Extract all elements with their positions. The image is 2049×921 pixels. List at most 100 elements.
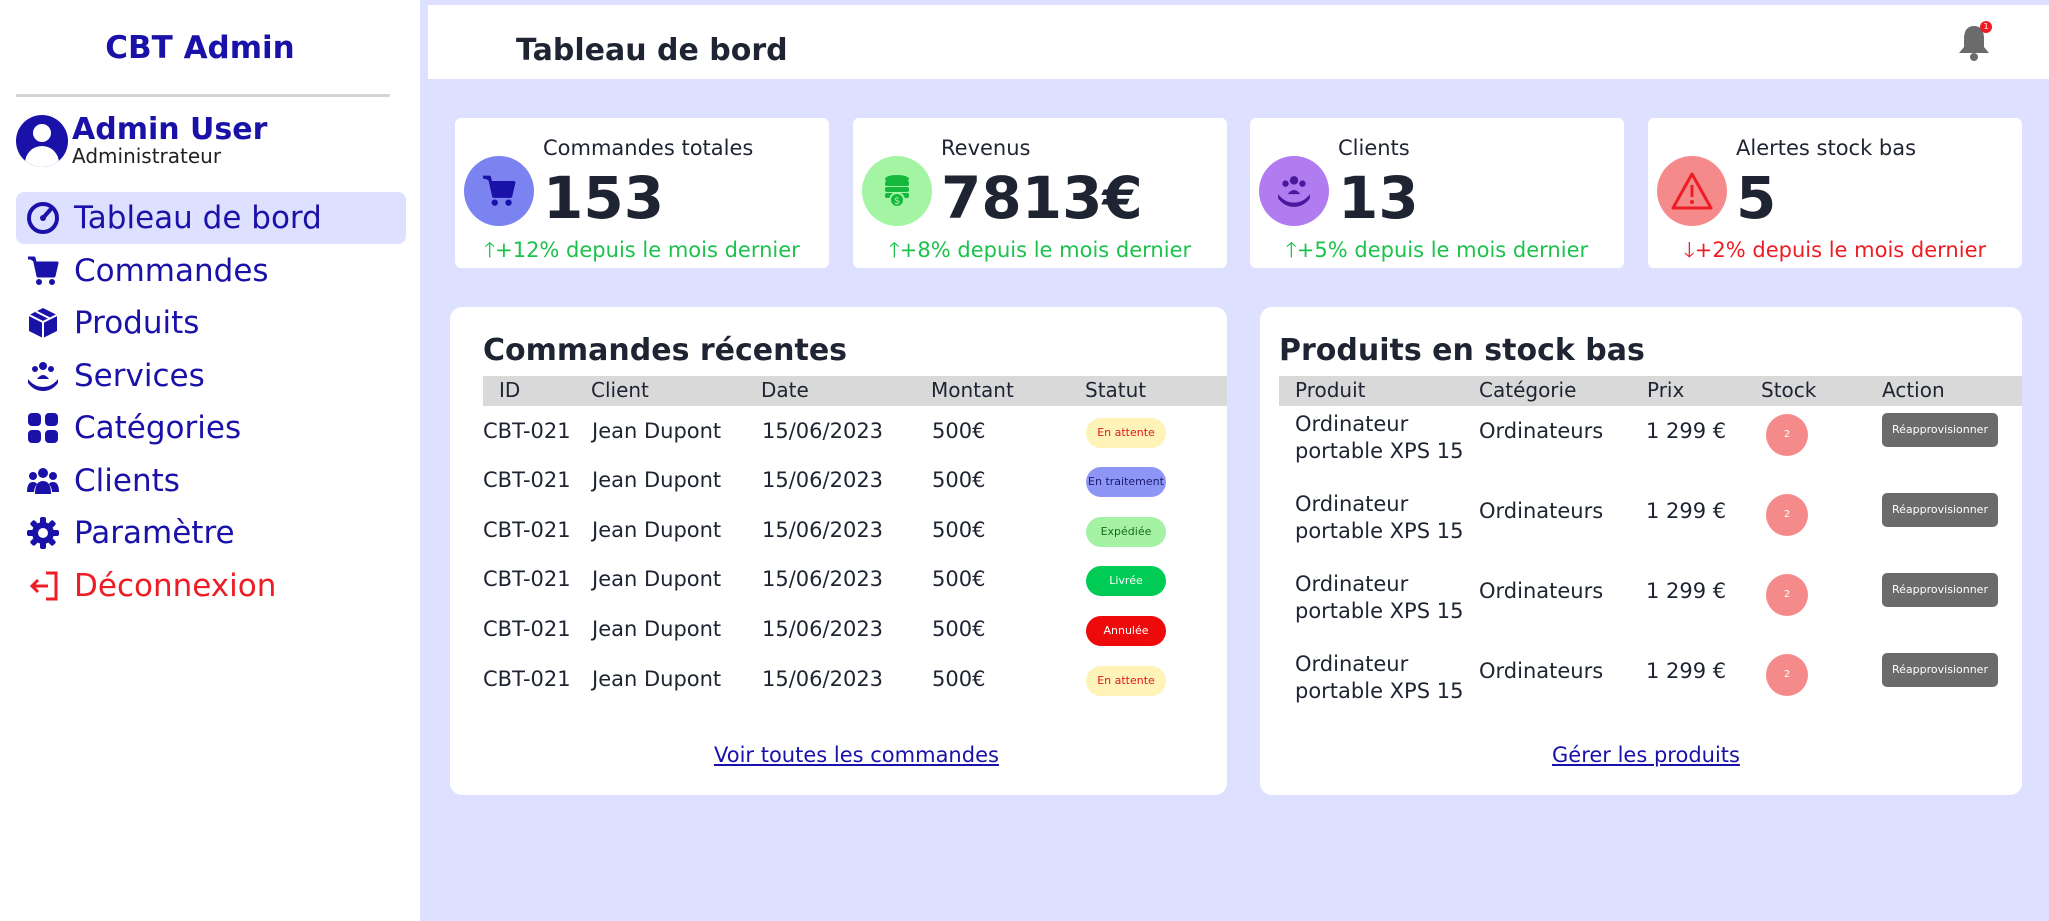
arrow-up-icon: 🡑 [888, 238, 900, 262]
restock-button[interactable]: Réapprovisionner [1882, 493, 1998, 527]
sidebar-item-label: Produits [74, 305, 200, 341]
column-header: Produit [1295, 378, 1366, 402]
product-category: Ordinateurs [1479, 419, 1604, 443]
sidebar-item-services[interactable]: Services [16, 350, 406, 402]
sidebar-item-orders[interactable]: Commandes [16, 245, 406, 297]
stat-card-revenue: $ Revenus 7813€ 🡑+8% depuis le mois dern… [853, 118, 1227, 268]
sidebar: CBT Admin Admin User Administrateur Tabl… [0, 0, 420, 921]
product-name: Ordinateur portable XPS 15 [1295, 492, 1464, 543]
recent-orders-panel: Commandes récentes ID Client Date Montan… [450, 307, 1227, 795]
gear-icon [24, 514, 62, 552]
product-category: Ordinateurs [1479, 499, 1604, 523]
stat-value: 7813€ [941, 164, 1143, 232]
product-price: 1 299 € [1646, 659, 1727, 683]
column-header: Catégorie [1479, 378, 1577, 402]
dashboard-icon [24, 199, 62, 237]
sidebar-item-settings[interactable]: Paramètre [16, 507, 406, 559]
stat-value: 13 [1338, 164, 1419, 232]
product-category: Ordinateurs [1479, 579, 1604, 603]
divider [16, 94, 390, 97]
order-client: Jean Dupont [592, 667, 722, 691]
order-id: CBT-021 [483, 518, 571, 542]
status-badge: En attente [1086, 418, 1166, 448]
arrow-down-icon: 🡓 [1683, 238, 1695, 262]
order-amount: 500€ [932, 617, 986, 641]
stat-trend: 🡑+5% depuis le mois dernier [1285, 238, 1589, 262]
sidebar-item-categories[interactable]: Catégories [16, 402, 406, 454]
stat-card-clients: Clients 13 🡑+5% depuis le mois dernier [1250, 118, 1624, 268]
box-icon [24, 304, 62, 342]
order-date: 15/06/2023 [762, 567, 884, 591]
order-client: Jean Dupont [592, 617, 722, 641]
users-icon [24, 462, 62, 500]
sidebar-item-label: Tableau de bord [74, 200, 322, 236]
stock-badge: 2 [1766, 654, 1808, 696]
order-date: 15/06/2023 [762, 518, 884, 542]
sidebar-item-products[interactable]: Produits [16, 297, 406, 349]
cart-icon [24, 252, 62, 290]
order-amount: 500€ [932, 518, 986, 542]
stat-label: Alertes stock bas [1736, 136, 1917, 160]
sidebar-item-clients[interactable]: Clients [16, 455, 406, 507]
manage-products-link[interactable]: Gérer les produits [1552, 743, 1740, 767]
stat-trend: 🡑+8% depuis le mois dernier [888, 238, 1192, 262]
status-badge: Livrée [1086, 566, 1166, 596]
sidebar-item-dashboard[interactable]: Tableau de bord [16, 192, 406, 244]
order-date: 15/06/2023 [762, 617, 884, 641]
restock-button[interactable]: Réapprovisionner [1882, 653, 1998, 687]
product-name: Ordinateur portable XPS 15 [1295, 412, 1464, 463]
svg-text:$: $ [894, 196, 900, 207]
stat-card-orders: Commandes totales 153 🡑+12% depuis le mo… [455, 118, 829, 268]
stock-badge: 2 [1766, 494, 1808, 536]
panel-title: Commandes récentes [483, 333, 848, 368]
column-header: Stock [1761, 378, 1817, 402]
sidebar-item-label: Déconnexion [74, 567, 277, 604]
notification-button[interactable]: 1 [1956, 21, 1992, 63]
column-header: Action [1882, 378, 1945, 402]
order-amount: 500€ [932, 419, 986, 443]
logout-icon [24, 567, 62, 605]
table-header: Produit Catégorie Prix Stock Action [1279, 376, 2022, 406]
order-id: CBT-021 [483, 567, 571, 591]
order-id: CBT-021 [483, 617, 571, 641]
order-amount: 500€ [932, 667, 986, 691]
brand-title: CBT Admin [105, 30, 295, 66]
order-client: Jean Dupont [592, 567, 722, 591]
sidebar-item-logout[interactable]: Déconnexion [16, 560, 406, 612]
hands-people-icon [1259, 156, 1329, 226]
order-id: CBT-021 [483, 419, 571, 443]
product-price: 1 299 € [1646, 499, 1727, 523]
sidebar-nav: Tableau de bord Commandes Produits Servi… [16, 192, 406, 612]
user-role: Administrateur [72, 144, 222, 168]
column-header: Date [761, 378, 809, 402]
user-name: Admin User [72, 112, 268, 147]
restock-button[interactable]: Réapprovisionner [1882, 573, 1998, 607]
stock-badge: 2 [1766, 574, 1808, 616]
cart-icon [464, 156, 534, 226]
restock-button[interactable]: Réapprovisionner [1882, 413, 1998, 447]
view-all-orders-link[interactable]: Voir toutes les commandes [714, 743, 999, 767]
order-date: 15/06/2023 [762, 419, 884, 443]
arrow-up-icon: 🡑 [1285, 238, 1297, 262]
panel-title: Produits en stock bas [1279, 333, 1645, 368]
order-date: 15/06/2023 [762, 667, 884, 691]
order-id: CBT-021 [483, 667, 571, 691]
product-name: Ordinateur portable XPS 15 [1295, 652, 1464, 703]
low-stock-panel: Produits en stock bas Produit Catégorie … [1260, 307, 2022, 795]
money-icon: $ [862, 156, 932, 226]
column-header: Prix [1647, 378, 1685, 402]
sidebar-item-label: Clients [74, 462, 180, 499]
order-id: CBT-021 [483, 468, 571, 492]
stat-value: 5 [1736, 164, 1777, 232]
order-client: Jean Dupont [592, 419, 722, 443]
stat-trend: 🡓+2% depuis le mois dernier [1683, 238, 1987, 262]
column-header: ID [499, 378, 521, 402]
product-price: 1 299 € [1646, 419, 1727, 443]
status-badge: En traitement [1086, 467, 1166, 497]
status-badge: Annulée [1086, 616, 1166, 646]
top-header: Tableau de bord 1 [428, 5, 2049, 79]
product-category: Ordinateurs [1479, 659, 1604, 683]
grid-icon [24, 409, 62, 447]
stat-card-stock-alerts: Alertes stock bas 5 🡓+2% depuis le mois … [1648, 118, 2022, 268]
status-badge: En attente [1086, 666, 1166, 696]
